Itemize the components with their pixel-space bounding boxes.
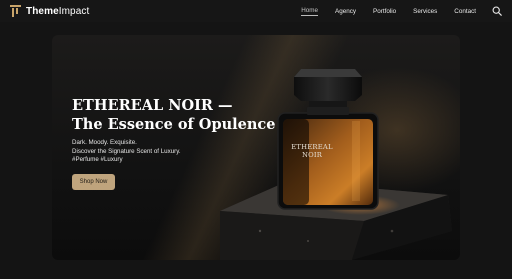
nav-item-home[interactable]: Home xyxy=(301,7,319,16)
nav-item-services[interactable]: Services xyxy=(413,8,437,15)
brand-name-light: Impact xyxy=(58,5,90,17)
brand-logo[interactable]: ThemeImpact xyxy=(10,5,89,17)
hero-description-line-1: Dark. Moody. Exquisite. xyxy=(72,139,137,146)
brand-name-bold: Theme xyxy=(26,5,59,17)
bottle-label-line-2: NOIR xyxy=(301,151,323,159)
search-icon[interactable] xyxy=(492,6,502,16)
hero-hashtags: #Perfume #Luxury xyxy=(72,156,123,164)
bottle-label-line-1: ETHEREAL xyxy=(291,143,333,151)
hero-title-line-1: ETHEREAL NOIR — xyxy=(72,97,233,114)
hero-description: Dark. Moody. Exquisite. Discover the Sig… xyxy=(72,139,181,165)
brand-name: ThemeImpact xyxy=(26,6,89,17)
hero-banner: ETHEREAL NOIR — The Essence of Opulence … xyxy=(52,35,460,260)
top-navigation-bar: ThemeImpact Home Agency Portfolio Servic… xyxy=(0,0,512,22)
nav-item-contact[interactable]: Contact xyxy=(454,8,476,15)
main-nav: Home Agency Portfolio Services Contact xyxy=(284,6,502,16)
nav-item-agency[interactable]: Agency xyxy=(335,8,356,15)
hero-description-line-2: Discover the Signature Scent of Luxury. xyxy=(72,147,181,155)
logo-mark-icon xyxy=(10,5,21,17)
bottle-label: ETHEREAL NOIR xyxy=(282,143,342,159)
hero-title: ETHEREAL NOIR — The Essence of Opulence xyxy=(72,96,275,134)
hero-title-line-2: The Essence of Opulence xyxy=(72,116,276,133)
nav-item-portfolio[interactable]: Portfolio xyxy=(373,8,396,15)
shop-now-button[interactable]: Shop Now xyxy=(72,174,115,190)
